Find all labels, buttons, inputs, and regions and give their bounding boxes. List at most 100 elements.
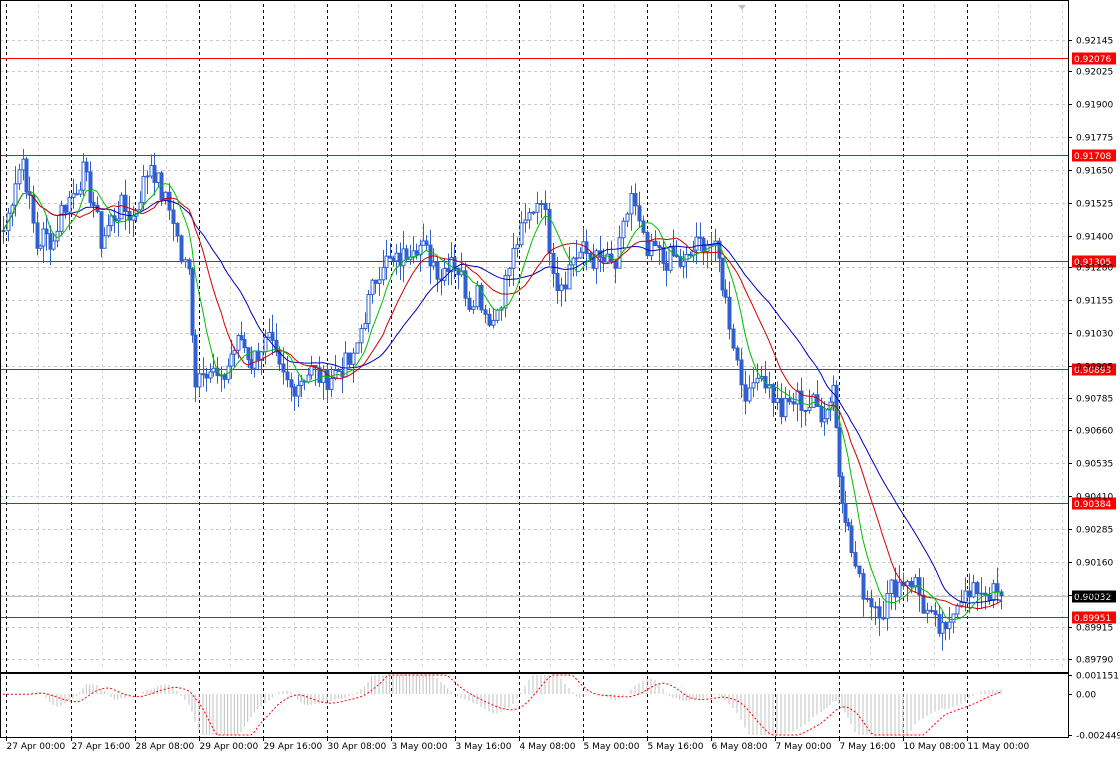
candle-body — [910, 582, 913, 587]
candle-body — [356, 343, 359, 353]
candle-body — [564, 285, 567, 289]
candle-body — [748, 388, 751, 401]
candle-body — [18, 170, 21, 184]
price-tick-label: 0.91900 — [1076, 101, 1113, 111]
candle-body — [253, 351, 256, 368]
candle-body — [188, 260, 191, 269]
candle-body — [662, 248, 665, 264]
candle-body — [838, 428, 841, 477]
time-tick-label: 27 Apr 00:00 — [7, 742, 66, 752]
candle-body — [724, 290, 727, 297]
candle-body — [124, 195, 127, 211]
candle-body — [622, 221, 625, 238]
candle-body — [92, 203, 95, 206]
candle-body — [52, 241, 55, 249]
candle-body — [293, 387, 296, 396]
candle-body — [847, 522, 850, 526]
candle-body — [540, 203, 543, 204]
candle-body — [972, 583, 975, 597]
candle-body — [736, 348, 739, 360]
candle-body — [752, 383, 755, 388]
candle-body — [784, 398, 787, 416]
candle-body — [212, 368, 215, 372]
candle-body — [728, 297, 731, 329]
candle-body — [675, 255, 678, 256]
candle-body — [614, 261, 617, 268]
indicator-tick-label: 0.001151 — [1076, 672, 1119, 682]
candle-body — [634, 194, 637, 206]
candle-body — [980, 593, 983, 594]
candle-body — [85, 162, 88, 172]
candle-body — [579, 252, 582, 258]
candle-body — [382, 268, 385, 280]
candle-body — [595, 251, 598, 269]
candle-body — [436, 262, 439, 279]
candle-body — [626, 214, 629, 221]
candle-body — [364, 324, 367, 329]
candle-body — [352, 353, 355, 364]
candle-body — [484, 310, 487, 314]
candle-body — [75, 194, 78, 195]
price-tick-label: 0.91775 — [1076, 134, 1113, 144]
candle-body — [223, 375, 226, 379]
time-tick-label: 3 May 16:00 — [456, 742, 512, 752]
price-tick-label: 0.90285 — [1076, 526, 1113, 536]
candle-body — [56, 231, 59, 241]
candle-body — [894, 580, 897, 597]
candle-body — [776, 398, 779, 402]
candle-body — [740, 360, 743, 385]
level-tag-label: 0.89951 — [1074, 614, 1111, 624]
time-tick-label: 6 May 08:00 — [712, 742, 768, 752]
candle-body — [184, 260, 187, 262]
candle-body — [348, 353, 351, 364]
chart-canvas[interactable]: 0.920760.917080.913050.908930.903840.899… — [0, 0, 1120, 758]
candle-body — [476, 285, 479, 306]
candle-body — [492, 320, 495, 325]
price-tick-label: 0.90905 — [1076, 363, 1113, 373]
candle-body — [906, 582, 909, 586]
candle-body — [968, 591, 971, 597]
candle-body — [432, 262, 435, 266]
candle-body — [297, 385, 300, 396]
candle-body — [695, 237, 698, 250]
candle-body — [243, 339, 246, 347]
candle-body — [672, 247, 675, 255]
candle-body — [79, 190, 82, 194]
price-tick-label: 0.91400 — [1076, 233, 1113, 243]
candle-body — [988, 595, 991, 600]
candle-body — [25, 159, 28, 192]
candle-body — [36, 223, 39, 248]
candle-body — [638, 206, 641, 221]
price-tick-label: 0.91155 — [1076, 297, 1113, 307]
candle-body — [307, 375, 310, 382]
price-tick-label: 0.90535 — [1076, 460, 1113, 470]
candle-body — [45, 229, 48, 234]
candle-body — [508, 268, 511, 275]
candle-body — [337, 371, 340, 372]
candle-body — [850, 526, 853, 553]
candle-body — [650, 241, 653, 255]
time-tick-label: 29 Apr 00:00 — [200, 742, 259, 752]
candle-body — [658, 246, 661, 248]
candle-body — [556, 274, 559, 291]
candle-body — [870, 599, 873, 607]
candle-body — [385, 256, 388, 267]
indicator-tick-label: 0.00 — [1076, 691, 1096, 701]
candle-body — [618, 238, 621, 268]
candle-body — [952, 614, 955, 622]
candle-body — [792, 402, 795, 404]
candle-body — [60, 205, 63, 231]
indicator-tick-label: -0.002449 — [1076, 732, 1120, 742]
price-tick-label: 0.91280 — [1076, 264, 1113, 274]
candle-body — [360, 329, 363, 343]
price-tick-label: 0.92025 — [1076, 68, 1113, 78]
time-tick-label: 27 Apr 16:00 — [72, 742, 131, 752]
price-chart[interactable]: 0.920760.917080.913050.908930.903840.899… — [0, 0, 1120, 758]
candle-body — [290, 380, 293, 387]
candle-body — [191, 269, 194, 335]
candle-body — [468, 298, 471, 309]
time-tick-label: 10 May 08:00 — [904, 742, 966, 752]
candle-body — [512, 248, 515, 268]
candle-body — [844, 504, 847, 523]
candle-body — [89, 172, 92, 203]
